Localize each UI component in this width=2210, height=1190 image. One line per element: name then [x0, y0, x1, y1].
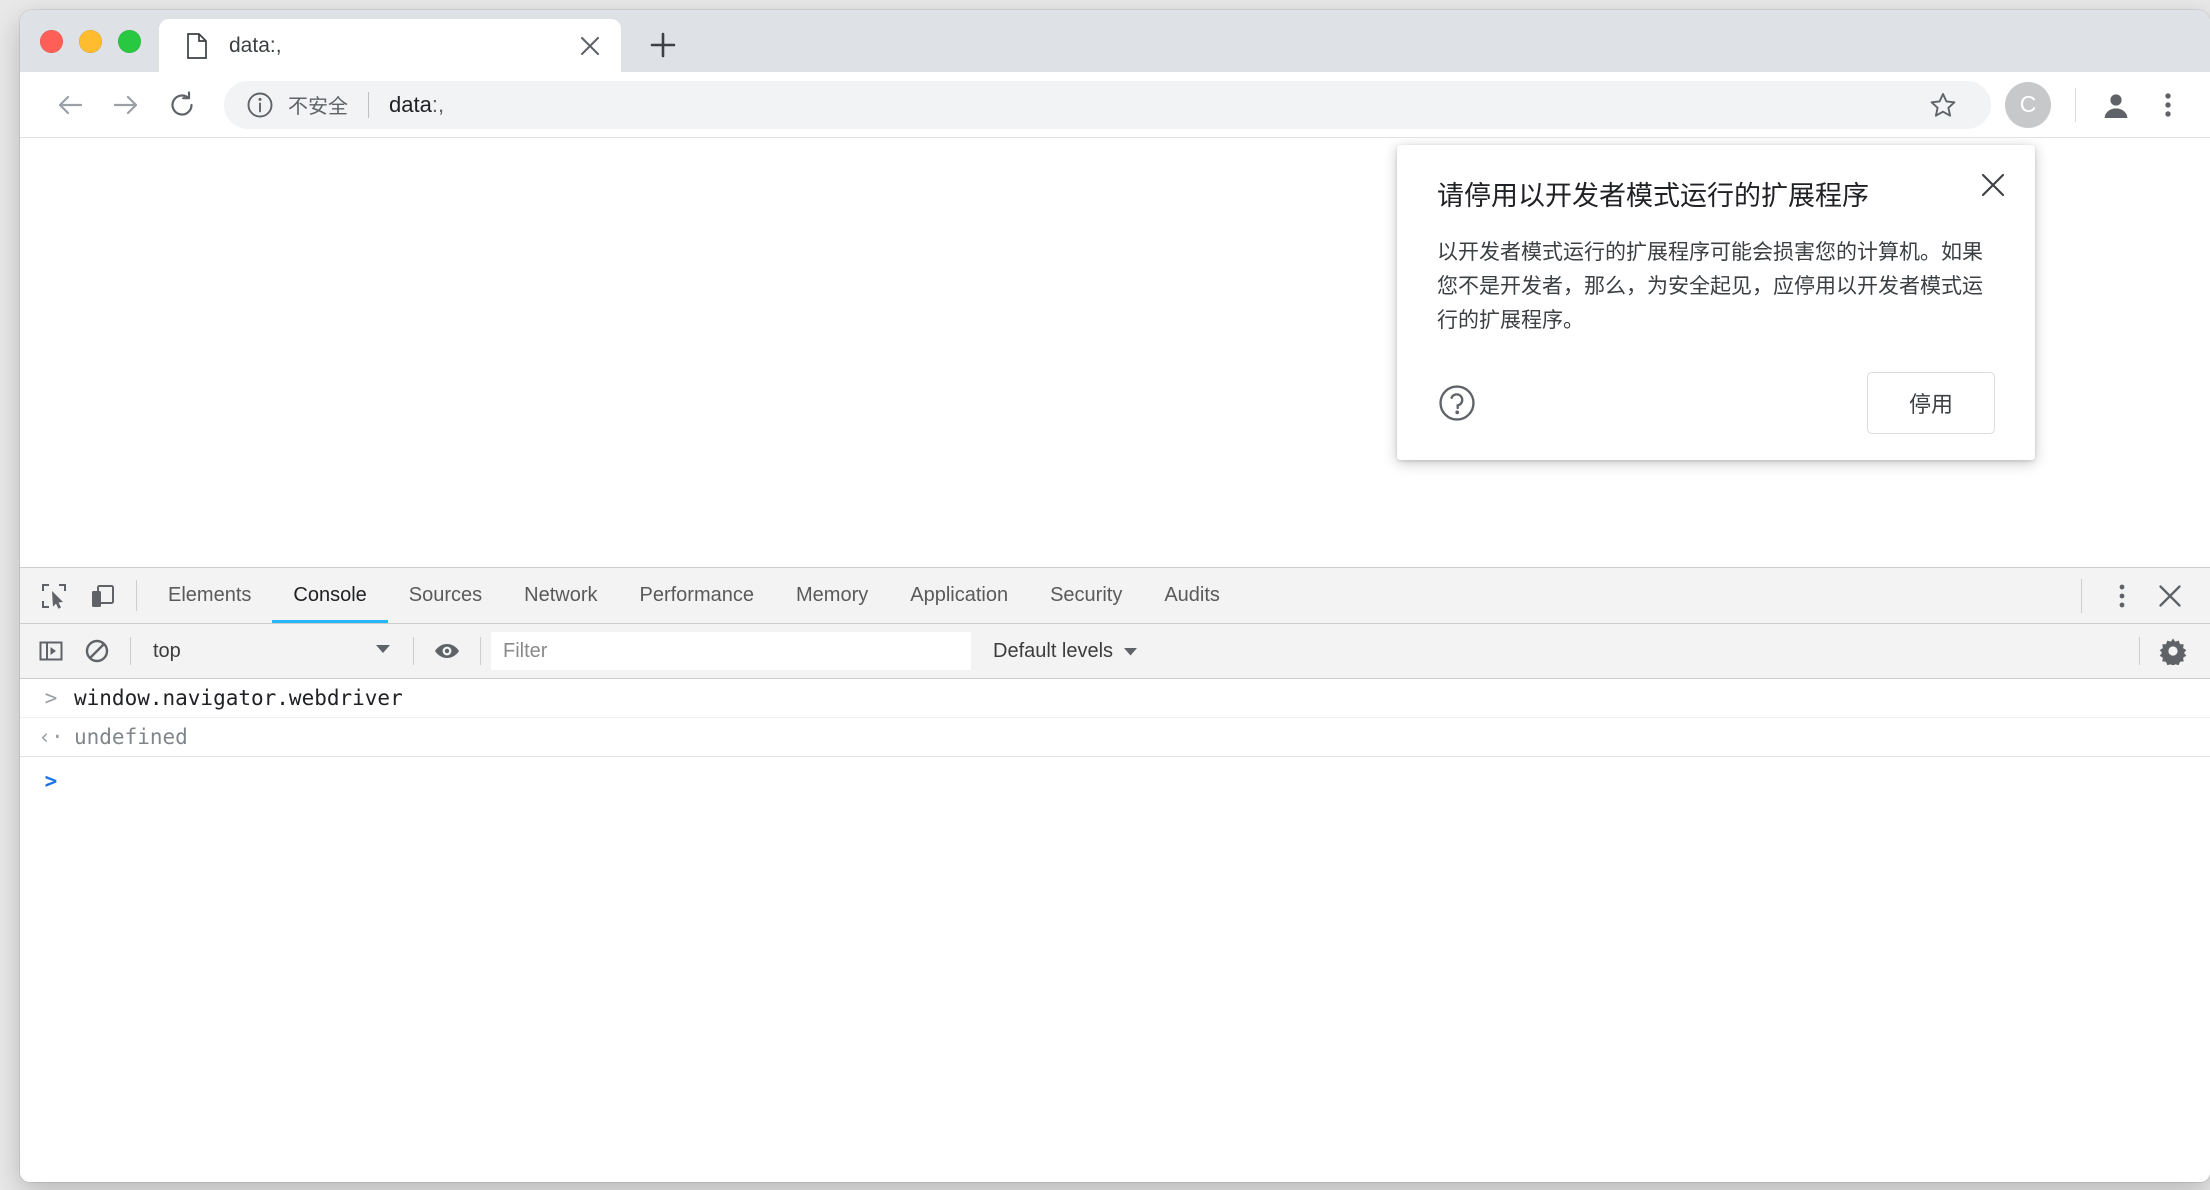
clear-console-icon	[85, 639, 109, 663]
filterbar-divider-1	[130, 637, 131, 665]
inspect-element-icon	[42, 583, 66, 609]
devtools-tabbar-divider	[136, 580, 137, 611]
console-sidebar-icon	[39, 641, 63, 661]
three-dot-menu-icon	[2165, 92, 2171, 117]
page-icon	[187, 32, 207, 59]
account-avatar-icon	[2104, 93, 2128, 118]
close-icon	[1981, 173, 2005, 197]
window-close-button[interactable]	[40, 29, 63, 53]
url-text: data:,	[389, 92, 444, 118]
help-circle-icon[interactable]	[1437, 383, 1477, 423]
devtools-tabbar: Elements Console Sources Network Perform…	[20, 568, 2210, 624]
devtools-tab-network[interactable]: Network	[503, 568, 618, 623]
browser-toolbar: 不安全 data:, C	[20, 72, 2210, 138]
devtools-tab-elements[interactable]: Elements	[147, 568, 272, 623]
devtools-tab-console[interactable]: Console	[272, 568, 389, 623]
gear-icon	[2159, 638, 2187, 665]
tab-title: data:,	[229, 33, 282, 57]
new-tab-button[interactable]	[637, 19, 689, 71]
console-result-arrow-icon: ‹·	[38, 725, 64, 749]
omnibox-divider	[368, 91, 369, 118]
window-zoom-button[interactable]	[118, 29, 141, 53]
browser-menu-button[interactable]	[2142, 79, 2194, 131]
devtools-tab-sources[interactable]: Sources	[388, 568, 503, 623]
tab-strip: data:,	[20, 10, 2210, 72]
clear-console-button[interactable]	[74, 628, 120, 674]
console-context-selector[interactable]: top	[141, 628, 403, 674]
security-status-label: 不安全	[288, 96, 348, 118]
browser-tab-active[interactable]: data:,	[159, 19, 621, 72]
device-toolbar-icon	[92, 584, 114, 607]
extension-badge-icon[interactable]: C	[2005, 81, 2051, 128]
close-icon	[2159, 584, 2181, 607]
forward-arrow-icon	[113, 95, 138, 114]
console-input-arrow-icon: >	[44, 686, 58, 710]
url-suffix: :,	[431, 91, 445, 117]
developer-mode-extension-dialog: 请停用以开发者模式运行的扩展程序 以开发者模式运行的扩展程序可能会损害您的计算机…	[1397, 145, 2035, 461]
three-dot-menu-icon	[2119, 584, 2125, 607]
console-prompt-arrow-icon: >	[44, 769, 58, 793]
inspect-element-button[interactable]	[30, 568, 78, 623]
disable-extension-button[interactable]: 停用	[1867, 372, 1995, 435]
filterbar-divider-2	[413, 637, 414, 665]
filterbar-divider-3	[480, 637, 481, 665]
console-output[interactable]: > window.navigator.webdriver ‹· undefine…	[20, 679, 2210, 1182]
filterbar-divider-4	[2139, 637, 2140, 665]
toolbar-divider	[2075, 87, 2076, 122]
back-arrow-icon	[58, 95, 83, 114]
console-sidebar-button[interactable]	[28, 628, 74, 674]
device-toolbar-button[interactable]	[78, 568, 126, 623]
console-log-levels-selector[interactable]: Default levels	[993, 640, 1138, 663]
console-settings-button[interactable]	[2150, 628, 2196, 674]
dialog-body: 以开发者模式运行的扩展程序可能会损害您的计算机。如果您不是开发者，那么，为安全起…	[1437, 241, 1983, 333]
forward-button[interactable]	[98, 77, 154, 133]
reload-icon	[171, 90, 193, 116]
devtools-tab-security[interactable]: Security	[1029, 568, 1143, 623]
reload-button[interactable]	[154, 77, 210, 133]
console-log-levels-label: Default levels	[993, 639, 1114, 662]
console-input-row[interactable]: > window.navigator.webdriver	[20, 679, 2210, 718]
dialog-actions: 停用	[1437, 372, 1995, 435]
console-prompt-row[interactable]: >	[20, 757, 2210, 805]
bookmark-button[interactable]	[1917, 79, 1969, 131]
console-input-text: window.navigator.webdriver	[74, 686, 403, 710]
devtools-tab-application[interactable]: Application	[889, 568, 1029, 623]
devtools-close-button[interactable]	[2146, 583, 2194, 609]
url-main: data	[389, 91, 432, 117]
dialog-close-button[interactable]	[1973, 165, 2013, 205]
devtools-actions-divider	[2081, 578, 2082, 613]
live-expression-icon	[435, 644, 459, 658]
console-context-label: top	[153, 639, 181, 662]
plus-icon	[650, 32, 676, 58]
devtools-tabbar-spacer	[1241, 568, 2065, 623]
devtools-tabbar-actions	[2065, 568, 2210, 623]
live-expression-button[interactable]	[424, 628, 470, 674]
window-minimize-button[interactable]	[79, 29, 102, 53]
dialog-title: 请停用以开发者模式运行的扩展程序	[1437, 181, 1869, 211]
browser-window: data:, 不安全 data:, C 请停用以开发者模式运行的扩展程序 以开发…	[20, 10, 2210, 1182]
devtools-tab-audits[interactable]: Audits	[1143, 568, 1241, 623]
profile-button[interactable]	[2090, 79, 2142, 131]
devtools-tab-performance[interactable]: Performance	[619, 568, 776, 623]
address-bar[interactable]: 不安全 data:,	[224, 79, 1991, 131]
window-controls	[20, 10, 159, 72]
console-result-text: undefined	[74, 725, 188, 749]
console-result-row[interactable]: ‹· undefined	[20, 718, 2210, 757]
tab-close-icon[interactable]	[573, 29, 607, 63]
devtools-more-button[interactable]	[2098, 582, 2146, 610]
console-filter-bar: top Default levels	[20, 624, 2210, 679]
devtools-panel: Elements Console Sources Network Perform…	[20, 567, 2210, 1182]
page-viewport: 请停用以开发者模式运行的扩展程序 以开发者模式运行的扩展程序可能会损害您的计算机…	[20, 138, 2210, 567]
star-icon	[1930, 92, 1956, 117]
devtools-tab-memory[interactable]: Memory	[775, 568, 889, 623]
chevron-down-icon	[375, 642, 391, 660]
console-filter-input[interactable]	[491, 632, 971, 670]
chevron-down-icon	[1123, 640, 1138, 663]
info-circle-icon[interactable]	[246, 91, 274, 119]
back-button[interactable]	[42, 77, 98, 133]
